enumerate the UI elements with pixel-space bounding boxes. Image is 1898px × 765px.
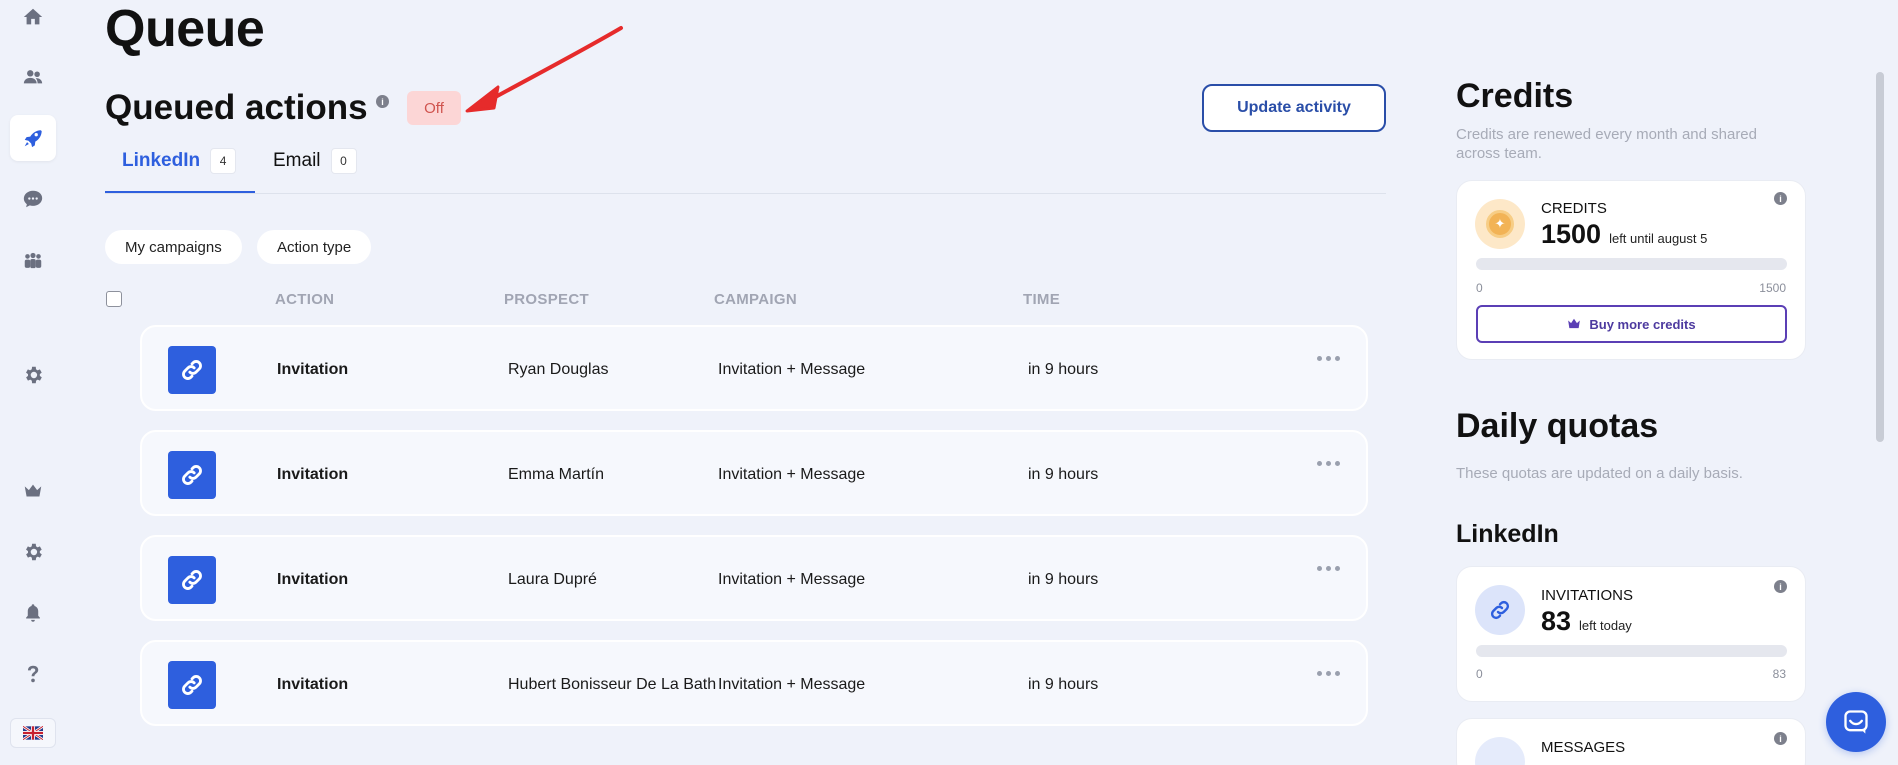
linkedin-quotas-title: LinkedIn	[1456, 520, 1559, 548]
sidebar	[0, 0, 66, 765]
invitations-value: 83	[1541, 606, 1572, 636]
gear-icon[interactable]	[10, 352, 56, 398]
messages-label: MESSAGES	[1541, 739, 1626, 756]
team-icon[interactable]	[10, 238, 56, 284]
tab-linkedin[interactable]: LinkedIn 4	[105, 148, 255, 194]
credits-card: ✦ CREDITS 1500 left until august 5 i 0 15…	[1456, 180, 1806, 360]
row-action: Invitation	[277, 466, 349, 483]
tab-linkedin-count: 4	[210, 148, 237, 174]
row-time: in 9 hours	[1028, 571, 1099, 588]
link-icon	[168, 661, 216, 709]
credits-value-line: 1500 left until august 5	[1541, 219, 1707, 250]
more-options-icon[interactable]	[1317, 566, 1340, 571]
annotation-arrow	[465, 26, 623, 113]
coin-icon: ✦	[1475, 199, 1525, 249]
link-icon	[168, 556, 216, 604]
more-options-icon[interactable]	[1317, 671, 1340, 676]
table-row[interactable]: Invitation Hubert Bonisseur De La Bath I…	[140, 640, 1368, 726]
invitations-card: INVITATIONS 83 left today i 0 83	[1456, 566, 1806, 702]
select-all-checkbox[interactable]	[106, 291, 122, 307]
invitations-progress-bar	[1476, 645, 1787, 657]
invitations-scale-max: 83	[1772, 667, 1786, 681]
daily-quotas-title: Daily quotas	[1456, 407, 1659, 445]
info-icon[interactable]: i	[376, 95, 389, 108]
column-action: ACTION	[275, 291, 335, 308]
invitations-suffix: left today	[1579, 618, 1632, 633]
scrollbar[interactable]	[1876, 72, 1884, 442]
invitations-value-line: 83 left today	[1541, 606, 1632, 637]
help-icon[interactable]	[10, 651, 56, 697]
users-icon[interactable]	[10, 54, 56, 100]
uk-flag-icon[interactable]	[10, 718, 56, 748]
tab-email-count: 0	[330, 148, 357, 174]
settings-icon[interactable]	[10, 529, 56, 575]
page-title: Queue	[105, 0, 265, 58]
link-icon	[168, 346, 216, 394]
messages-card: MESSAGES i	[1456, 718, 1806, 765]
credits-title: Credits	[1456, 77, 1574, 115]
row-action: Invitation	[277, 361, 349, 378]
tab-linkedin-label: LinkedIn	[122, 150, 201, 171]
credits-subtitle-line1: Credits are renewed every month and shar…	[1456, 126, 1757, 143]
home-icon[interactable]	[10, 0, 56, 40]
credits-scale-max: 1500	[1759, 281, 1786, 295]
row-campaign[interactable]: Invitation + Message	[718, 361, 865, 379]
credits-progress-bar	[1476, 258, 1787, 270]
row-action: Invitation	[277, 676, 349, 693]
row-campaign[interactable]: Invitation + Message	[718, 466, 865, 484]
crown-icon	[1568, 318, 1581, 329]
credits-value: 1500	[1541, 219, 1602, 249]
row-prospect[interactable]: Ryan Douglas	[508, 361, 609, 379]
chat-icon[interactable]	[10, 176, 56, 222]
table-row[interactable]: Invitation Laura Dupré Invitation + Mess…	[140, 535, 1368, 621]
update-activity-button[interactable]: Update activity	[1202, 84, 1386, 132]
credits-scale-min: 0	[1476, 281, 1483, 295]
column-prospect: PROSPECT	[504, 291, 589, 308]
row-prospect[interactable]: Laura Dupré	[508, 571, 597, 589]
link-icon	[168, 451, 216, 499]
row-time: in 9 hours	[1028, 466, 1099, 483]
queued-actions-title: Queued actions	[105, 88, 368, 127]
row-time: in 9 hours	[1028, 676, 1099, 693]
row-time: in 9 hours	[1028, 361, 1099, 378]
info-icon[interactable]: i	[1774, 580, 1787, 593]
crown-icon[interactable]	[10, 468, 56, 514]
buy-more-credits-label: Buy more credits	[1589, 316, 1696, 332]
row-prospect[interactable]: Emma Martín	[508, 466, 604, 484]
filter-my-campaigns[interactable]: My campaigns	[105, 230, 242, 264]
invitations-scale-min: 0	[1476, 667, 1483, 681]
column-time: TIME	[1023, 291, 1061, 308]
tabs-divider	[105, 193, 1386, 194]
support-chat-button[interactable]	[1826, 692, 1886, 752]
more-options-icon[interactable]	[1317, 356, 1340, 361]
tab-email[interactable]: Email 0	[273, 148, 357, 194]
bell-icon[interactable]	[10, 590, 56, 636]
tab-email-label: Email	[273, 150, 321, 171]
link-icon	[1475, 585, 1525, 635]
info-icon[interactable]: i	[1774, 192, 1787, 205]
credits-label: CREDITS	[1541, 200, 1607, 217]
credits-subtitle-line2: across team.	[1456, 145, 1542, 162]
row-campaign[interactable]: Invitation + Message	[718, 676, 865, 694]
rocket-icon[interactable]	[10, 115, 56, 161]
more-options-icon[interactable]	[1317, 461, 1340, 466]
column-campaign: CAMPAIGN	[714, 291, 797, 308]
chat-bubble-icon	[1844, 710, 1868, 734]
daily-quotas-subtitle: These quotas are updated on a daily basi…	[1456, 465, 1743, 482]
credits-suffix: left until august 5	[1609, 231, 1708, 246]
row-action: Invitation	[277, 571, 349, 588]
table-row[interactable]: Invitation Ryan Douglas Invitation + Mes…	[140, 325, 1368, 411]
row-campaign[interactable]: Invitation + Message	[718, 571, 865, 589]
buy-more-credits-button[interactable]: Buy more credits	[1476, 305, 1787, 343]
filter-action-type[interactable]: Action type	[257, 230, 372, 264]
row-prospect[interactable]: Hubert Bonisseur De La Bath	[508, 676, 716, 694]
invitations-label: INVITATIONS	[1541, 587, 1633, 604]
info-icon[interactable]: i	[1774, 732, 1787, 745]
message-icon	[1475, 737, 1525, 765]
table-row[interactable]: Invitation Emma Martín Invitation + Mess…	[140, 430, 1368, 516]
